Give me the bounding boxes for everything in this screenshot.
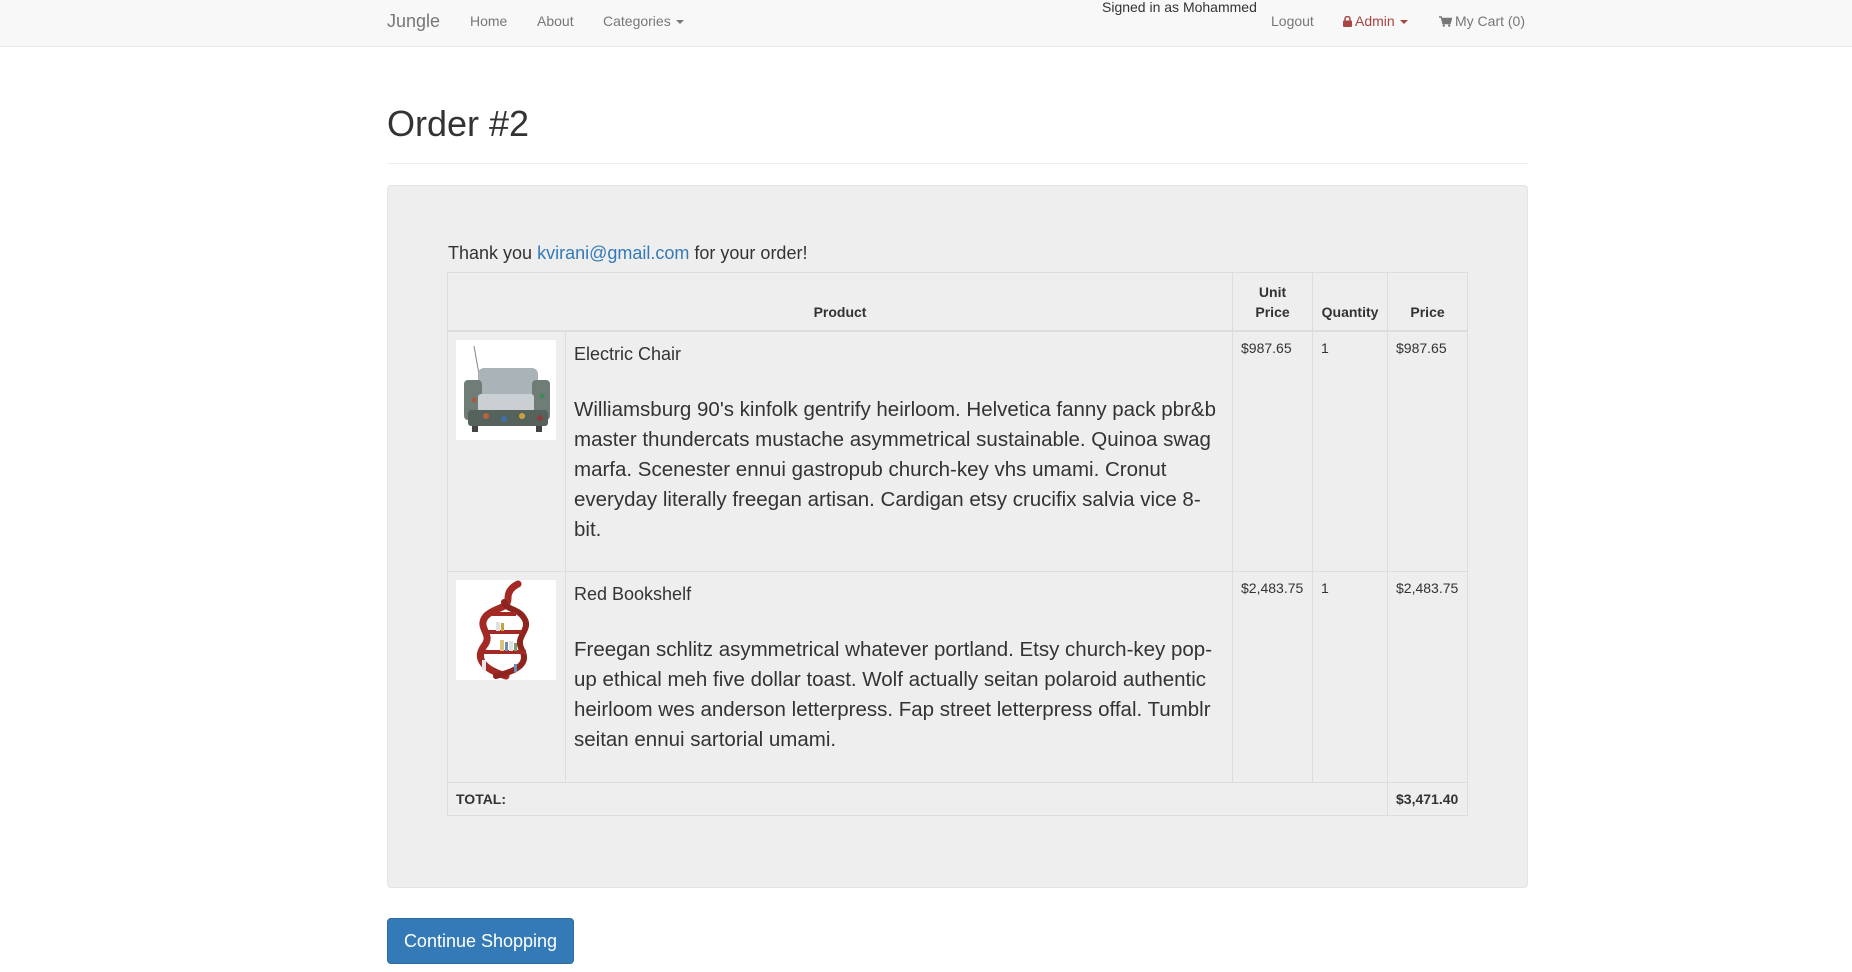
navbar: Jungle Home About Categories Signed in a… (0, 0, 1852, 47)
thank-you-message: Thank you kvirani@gmail.com for your ord… (448, 243, 807, 264)
my-cart-link[interactable]: My Cart (0) (1439, 13, 1525, 30)
table-row: Electric Chair Williamsburg 90's kinfolk… (447, 330, 1469, 572)
shopping-cart-icon (1439, 14, 1453, 30)
lock-icon (1343, 14, 1352, 30)
nav-home-link[interactable]: Home (470, 13, 507, 29)
brand-link[interactable]: Jungle (387, 11, 440, 32)
price-cell: $987.65 (1387, 330, 1469, 572)
header-product: Product (446, 272, 1234, 332)
product-description: Williamsburg 90's kinfolk gentrify heirl… (574, 397, 1216, 541)
caret-down-icon (675, 20, 684, 25)
product-name: Electric Chair (574, 343, 682, 364)
quantity-cell: 1 (1312, 330, 1389, 572)
product-image-cell (447, 571, 566, 783)
unit-price-cell: $2,483.75 (1232, 571, 1314, 783)
navbar-container: Jungle Home About Categories Signed in a… (387, 0, 1528, 47)
header-quantity: Quantity (1312, 272, 1389, 332)
product-description: Freegan schlitz asymmetrical whatever po… (574, 638, 1213, 751)
total-label: TOTAL: (446, 782, 1389, 816)
thank-you-suffix: for your order! (694, 243, 808, 263)
continue-shopping-button[interactable]: Continue Shopping (387, 918, 574, 964)
header-divider (387, 163, 1528, 164)
product-details-cell: Electric Chair Williamsburg 90's kinfolk… (564, 330, 1234, 572)
nav-categories-label: Categories (603, 13, 671, 29)
red-bookshelf-image (456, 580, 556, 680)
admin-label: Admin (1355, 13, 1395, 29)
product-details-cell: Red Bookshelf Freegan schlitz asymmetric… (564, 571, 1234, 783)
my-cart-label: My Cart (0) (1455, 13, 1525, 29)
price-cell: $2,483.75 (1387, 571, 1469, 783)
order-panel: Thank you kvirani@gmail.com for your ord… (387, 185, 1528, 888)
thank-you-prefix: Thank you (448, 243, 533, 263)
electric-chair-image (456, 339, 556, 440)
total-row: TOTAL: $3,471.40 (446, 782, 1469, 816)
quantity-cell: 1 (1312, 571, 1389, 783)
order-items-table: Product Unit Price Quantity Price Electr… (446, 272, 1469, 816)
signed-in-text: Signed in as Mohammed (1102, 0, 1257, 15)
logout-link[interactable]: Logout (1271, 13, 1314, 29)
header-unit-price: Unit Price (1232, 272, 1314, 332)
product-name: Red Bookshelf (574, 584, 692, 604)
caret-down-icon (1399, 20, 1408, 25)
header-price: Price (1387, 272, 1469, 332)
unit-price-cell: $987.65 (1232, 330, 1314, 572)
table-row: Red Bookshelf Freegan schlitz asymmetric… (447, 571, 1469, 783)
table-header-row: Product Unit Price Quantity Price (446, 272, 1469, 332)
total-value: $3,471.40 (1387, 782, 1469, 816)
nav-about-link[interactable]: About (537, 13, 574, 29)
admin-dropdown[interactable]: Admin (1343, 13, 1408, 30)
product-image-cell (447, 330, 566, 572)
nav-categories-dropdown[interactable]: Categories (603, 13, 684, 29)
customer-email-link[interactable]: kvirani@gmail.com (537, 243, 689, 263)
page-title: Order #2 (387, 103, 530, 144)
